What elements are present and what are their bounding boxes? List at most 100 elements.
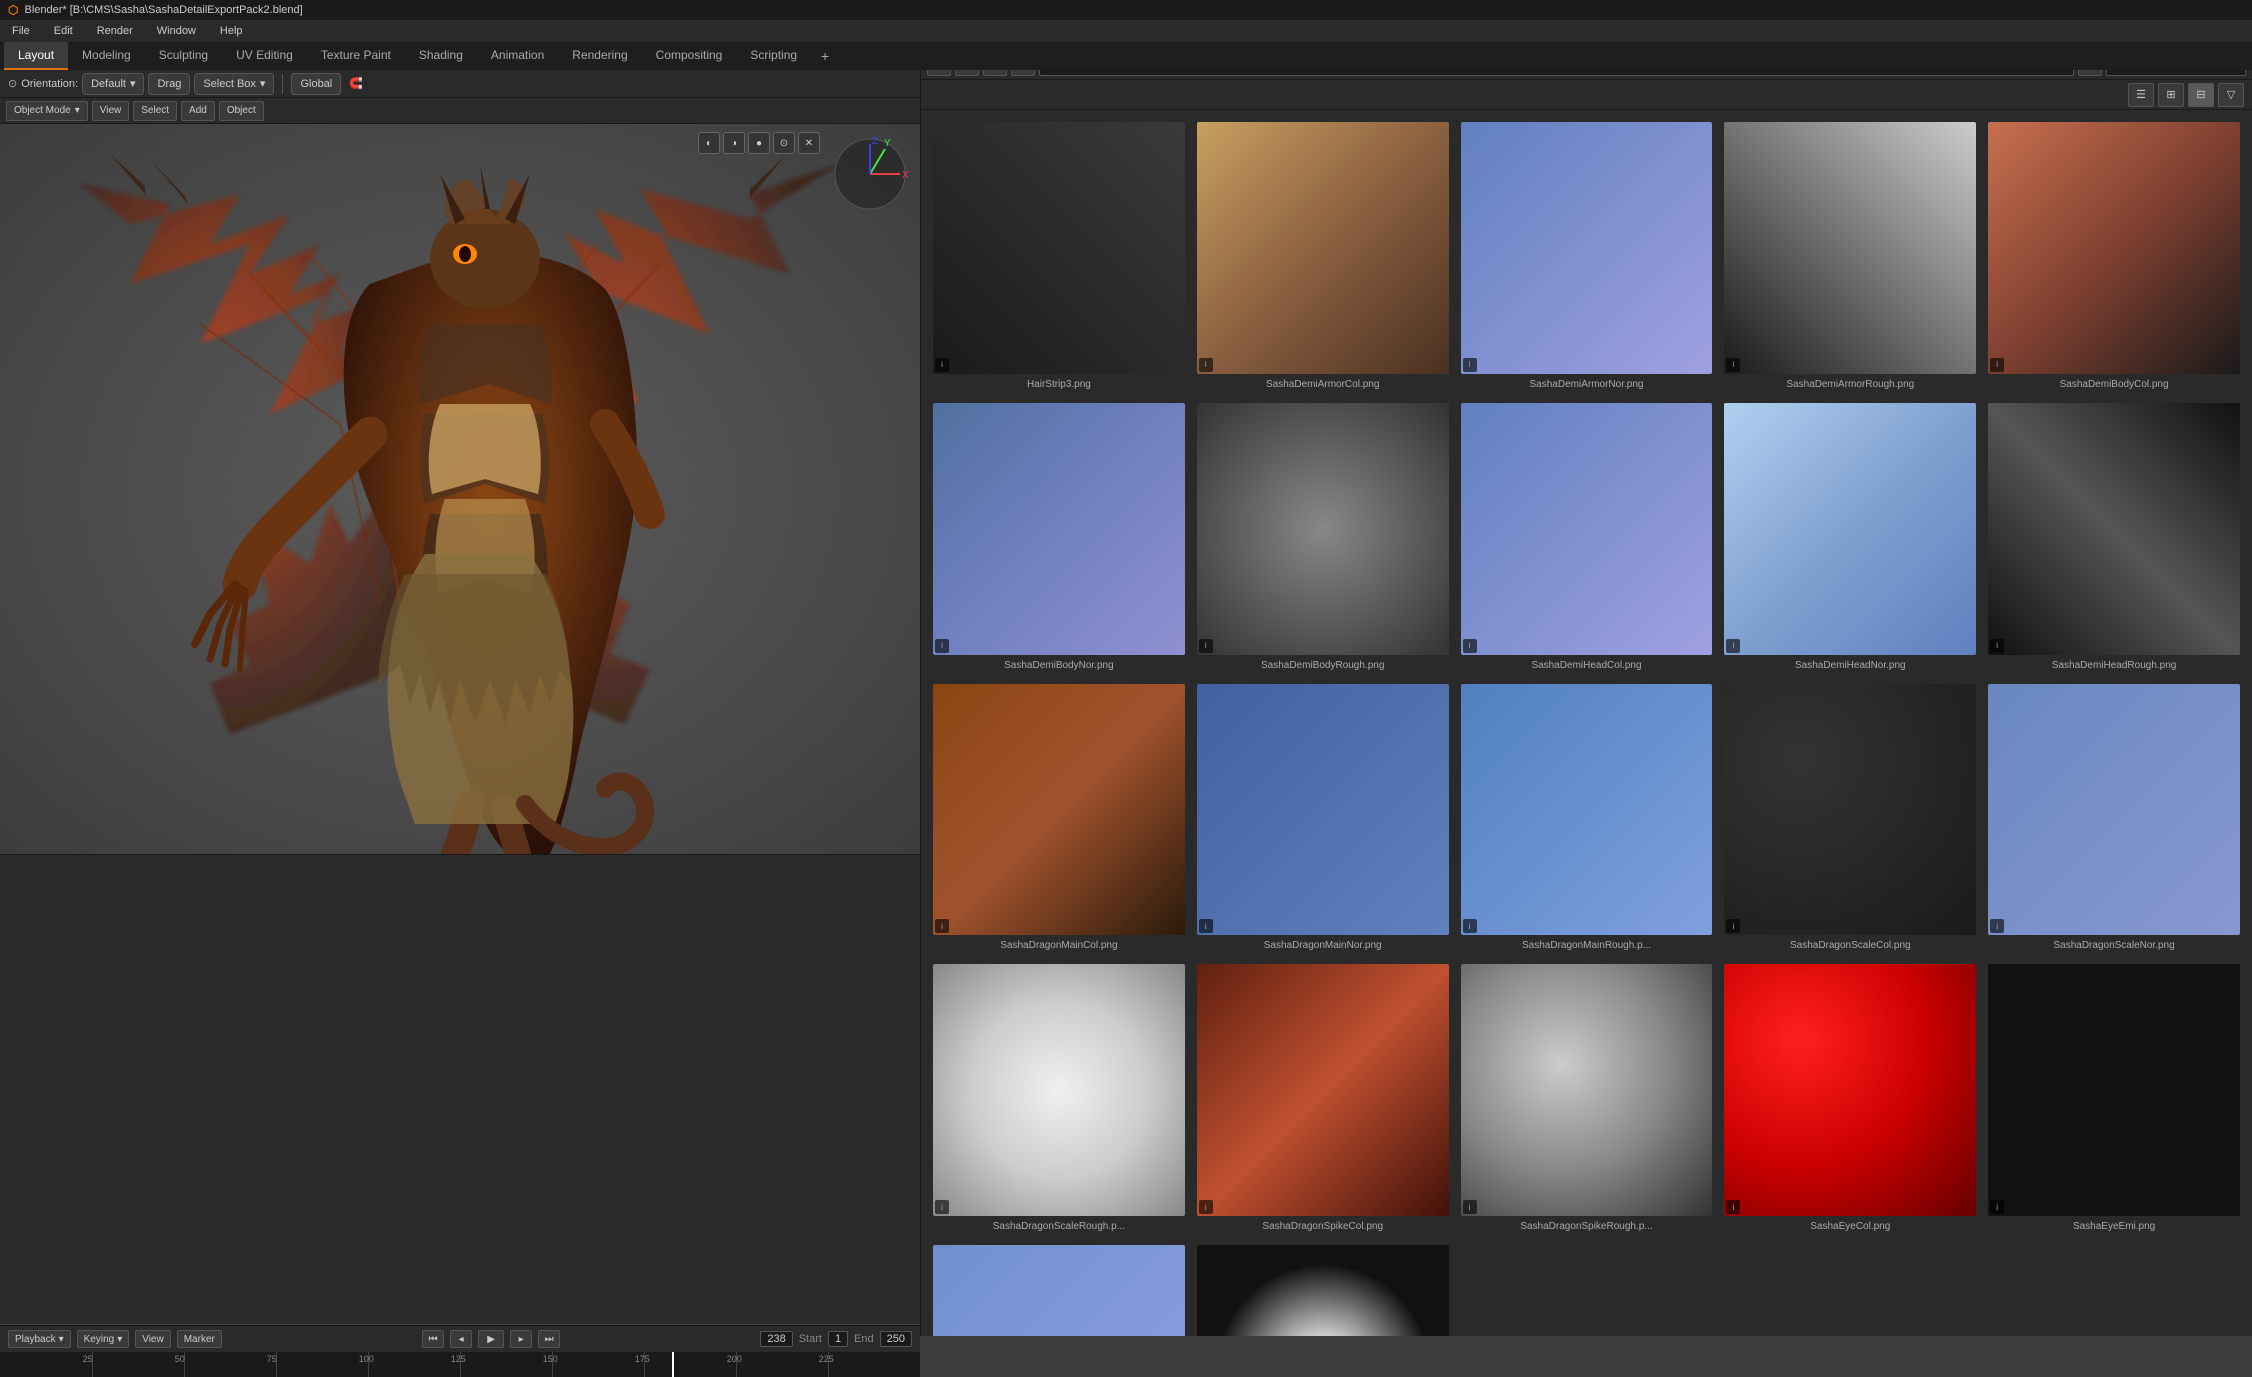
viewport-shading-material[interactable]: ◑ [723,132,745,154]
file-thumbnail: i [1988,403,2240,655]
menu-help[interactable]: Help [216,23,247,39]
file-thumbnail: i [1461,684,1713,936]
file-browser-item[interactable]: iSashaDragonMainNor.png [1193,680,1453,957]
fb-large-view-button[interactable]: ⊟ [2188,83,2214,107]
tab-scripting[interactable]: Scripting [736,42,811,70]
file-browser-item[interactable]: iSashaDemiArmorNor.png [1457,118,1717,395]
object-menu-btn[interactable]: Object [219,101,264,121]
frame-label: 125 [451,1354,466,1364]
step-forward-button[interactable]: ▸ [510,1330,532,1348]
menu-edit[interactable]: Edit [50,23,77,39]
end-frame[interactable]: 250 [880,1331,912,1347]
file-thumbnail: i [933,122,1185,374]
snap-toggle[interactable]: 🧲 [349,77,363,90]
file-browser-item[interactable]: iSashaDemiHeadRough.png [1984,399,2244,676]
chevron-down-icon: ▾ [117,1334,122,1345]
3d-viewport[interactable]: X Y Z ◐ ◑ ● ⊙ ✕ [0,124,920,854]
file-browser-item[interactable]: iSashaDemiBodyRough.png [1193,399,1453,676]
file-browser-item[interactable]: iSashaDragonScaleCol.png [1720,680,1980,957]
add-workspace-button[interactable]: + [811,48,839,64]
fb-medium-view-button[interactable]: ⊞ [2158,83,2184,107]
frame-label: 225 [819,1354,834,1364]
thumbnail-info-icon: i [1726,919,1740,933]
file-thumbnail: i [1197,403,1449,655]
viewport-shading-solid[interactable]: ◐ [698,132,720,154]
tab-uv-editing[interactable]: UV Editing [222,42,307,70]
tab-animation[interactable]: Animation [477,42,558,70]
end-label: End [854,1333,874,1345]
file-label: SashaDragonSpikeCol.png [1262,1220,1383,1233]
menu-file[interactable]: File [8,23,34,39]
orientation-dropdown[interactable]: Default ▾ [82,73,144,95]
file-browser-item[interactable]: iSashaDragonMainCol.png [929,680,1189,957]
view-dropdown[interactable]: View [135,1330,171,1348]
tab-layout[interactable]: Layout [4,42,68,70]
thumbnail-info-icon: i [1726,358,1740,372]
play-button[interactable]: ▶ [478,1330,504,1348]
timeline-scrubber[interactable]: 25 50 75 100 125 150 175 200 225 [0,1352,920,1377]
thumbnail-info-icon: i [1990,639,2004,653]
view-menu-btn[interactable]: View [92,101,130,121]
tab-compositing[interactable]: Compositing [642,42,737,70]
file-label: SashaDragonScaleNor.png [2053,939,2174,952]
skip-to-end-button[interactable]: ⏭ [538,1330,560,1348]
file-browser-item[interactable]: iSashaDemiHeadNor.png [1720,399,1980,676]
file-browser-item[interactable]: iSashaDragonSpikeRough.p... [1457,960,1717,1237]
dragon-character [50,124,870,854]
file-browser-item[interactable]: i SashaEyeCol.png [1720,960,1980,1237]
svg-text:Z: Z [872,136,878,147]
thumbnail-info-icon: i [935,919,949,933]
file-browser-item[interactable]: iSashaDemiBodyCol.png [1984,118,2244,395]
file-label: SashaDemiBodyCol.png [2060,378,2169,391]
file-thumbnail: i [1724,684,1976,936]
snap-icon: ⊙ [8,77,17,90]
keying-dropdown[interactable]: Keying ▾ [77,1330,130,1348]
drag-button[interactable]: Drag [148,73,190,95]
current-frame[interactable]: 238 [760,1331,792,1347]
menu-render[interactable]: Render [93,23,137,39]
global-button[interactable]: Global [291,73,341,95]
start-frame[interactable]: 1 [828,1331,848,1347]
file-browser-item[interactable]: iSashaDemiBodyNor.png [929,399,1189,676]
fb-filter-button[interactable]: ▽ [2218,83,2244,107]
select-box-button[interactable]: Select Box ▾ [194,73,274,95]
add-menu-btn[interactable]: Add [181,101,215,121]
file-browser-item[interactable]: iSashaEyeEmi.png [1984,960,2244,1237]
tab-sculpting[interactable]: Sculpting [145,42,222,70]
file-browser-item[interactable]: iSashaDemiArmorCol.png [1193,118,1453,395]
frame-label: 150 [543,1354,558,1364]
menu-window[interactable]: Window [153,23,200,39]
thumbnail-info-icon: i [1726,639,1740,653]
tab-texture-paint[interactable]: Texture Paint [307,42,405,70]
frame-label: 75 [267,1354,277,1364]
orientation-label: Orientation: [21,78,78,90]
file-browser-item[interactable]: iSashaEyeTrans.png [1193,1241,1453,1336]
menu-bar: File Edit Render Window Help [0,20,2252,42]
tab-modeling[interactable]: Modeling [68,42,145,70]
file-label: SashaEyeCol.png [1810,1220,1890,1233]
skip-to-start-button[interactable]: ⏮ [422,1330,444,1348]
file-thumbnail: i [1724,964,1976,1216]
frame-label: 100 [359,1354,374,1364]
viewport-shading-render[interactable]: ● [748,132,770,154]
file-browser-item[interactable]: iSashaDragonScaleRough.p... [929,960,1189,1237]
viewport-gizmo-toggle[interactable]: ✕ [798,132,820,154]
tab-shading[interactable]: Shading [405,42,477,70]
file-browser-item[interactable]: iSashaDemiHeadCol.png [1457,399,1717,676]
file-browser-item[interactable]: iSashaDemiArmorRough.png [1720,118,1980,395]
file-thumbnail: i [1724,122,1976,374]
marker-dropdown[interactable]: Marker [177,1330,222,1348]
file-browser-item[interactable]: iHairStrip3.png [929,118,1189,395]
file-browser-item[interactable]: iSashaDragonSpikeCol.png [1193,960,1453,1237]
tab-rendering[interactable]: Rendering [558,42,641,70]
file-browser-item[interactable]: iSashaDragonScaleNor.png [1984,680,2244,957]
step-back-button[interactable]: ◂ [450,1330,472,1348]
viewport-overlay-toggle[interactable]: ⊙ [773,132,795,154]
object-mode-dropdown[interactable]: Object Mode ▾ [6,101,88,121]
file-browser-item[interactable]: iSashaEyeNor.png [929,1241,1189,1336]
playback-dropdown[interactable]: Playback ▾ [8,1330,71,1348]
fb-list-view-button[interactable]: ☰ [2128,83,2154,107]
select-menu-btn[interactable]: Select [133,101,177,121]
thumbnail-info-icon: i [1463,639,1477,653]
file-browser-item[interactable]: iSashaDragonMainRough.p... [1457,680,1717,957]
